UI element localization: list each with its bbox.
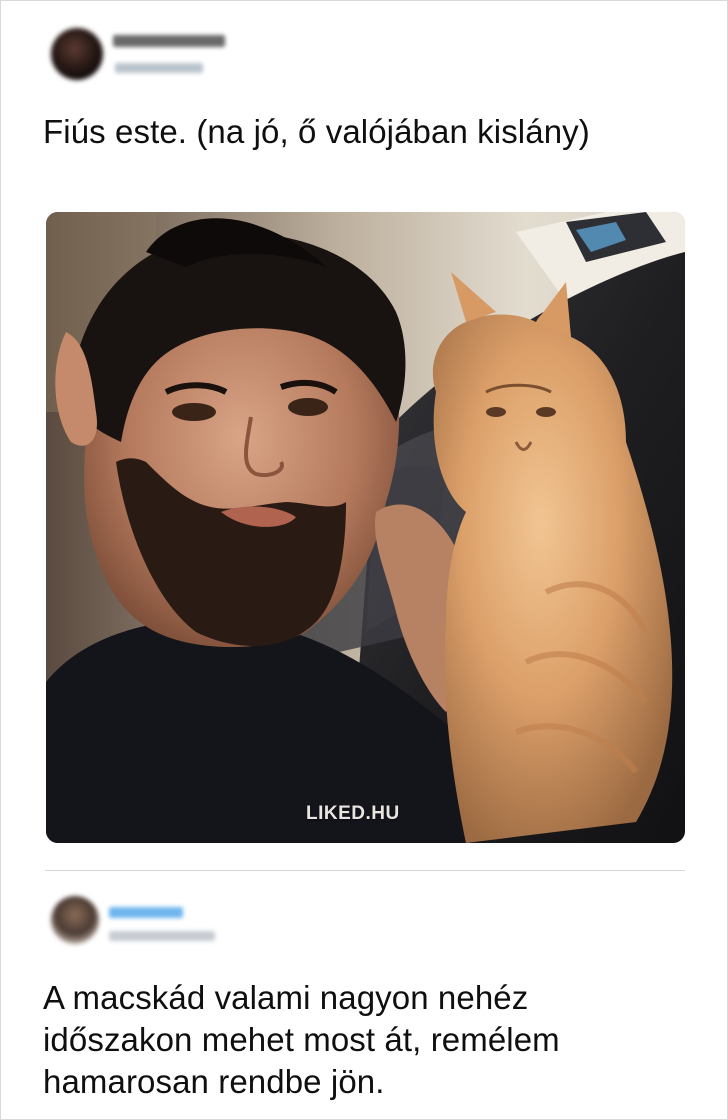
author-name-blurred[interactable] xyxy=(113,35,225,47)
reply-author-avatar[interactable] xyxy=(51,896,99,944)
tweet-card: Fiús este. (na jó, ő valójában kislány) xyxy=(0,0,728,1120)
tweet-photo[interactable] xyxy=(46,212,685,843)
divider xyxy=(45,870,685,871)
image-watermark: LIKED.HU xyxy=(306,803,400,824)
author-avatar[interactable] xyxy=(51,28,103,80)
reply-author-name-blurred[interactable] xyxy=(109,907,183,918)
reply-author-handle-blurred xyxy=(109,931,215,941)
tweet-text: Fiús este. (na jó, ő valójában kislány) xyxy=(43,113,590,150)
author-handle-blurred xyxy=(115,63,203,73)
reply-text: A macskád valami nagyon nehéz időszakon … xyxy=(43,979,560,1100)
